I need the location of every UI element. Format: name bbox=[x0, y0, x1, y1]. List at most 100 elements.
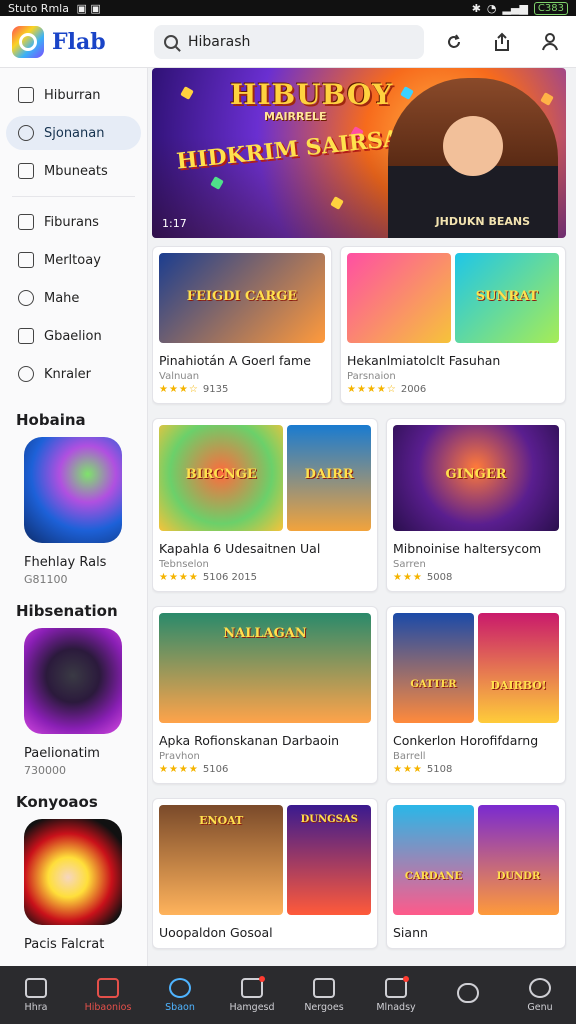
game-card[interactable]: CARDANE DUNDR Siann bbox=[386, 798, 566, 949]
game-card[interactable]: NALLAGAN Apka Rofionskanan Darbaoin Prav… bbox=[152, 606, 378, 784]
nav-tab-favorites[interactable]: Hibaonios bbox=[76, 977, 140, 1013]
star-icons: ★★★★☆ bbox=[347, 384, 397, 395]
refresh-icon[interactable] bbox=[442, 30, 466, 54]
star-icons: ★★★★ bbox=[159, 572, 199, 583]
sidebar-item-7[interactable]: Gbaelion bbox=[6, 319, 141, 353]
game-card[interactable]: GATTER DAIRBO! Conkerlon Horofifdarng Ba… bbox=[386, 606, 566, 784]
sidebar-item-4[interactable]: Fiburans bbox=[6, 205, 141, 239]
profile-icon[interactable] bbox=[538, 30, 562, 54]
link-icon bbox=[457, 983, 479, 1003]
bottom-navigation: Hhra Hibaonios Sbaon Hamgesd Nergoes Mln… bbox=[0, 966, 576, 1024]
nav-tab-apps[interactable]: Nergoes bbox=[292, 977, 356, 1013]
heart-icon bbox=[18, 366, 34, 382]
game-thumbnail: SUNRAT bbox=[455, 253, 559, 343]
sidebar-item-6[interactable]: Mahe bbox=[6, 281, 141, 315]
nav-tab-label: Genu bbox=[527, 1001, 553, 1013]
app-title: Pacis Falcrat bbox=[24, 937, 105, 952]
share-icon[interactable] bbox=[490, 30, 514, 54]
game-developer: Barrell bbox=[393, 751, 426, 762]
app-thumbnail bbox=[24, 628, 122, 734]
sidebar-item-5[interactable]: Merltoay bbox=[6, 243, 141, 277]
nav-tab-account[interactable]: Genu bbox=[508, 977, 572, 1013]
side-app-card[interactable]: Pacis Falcrat bbox=[0, 819, 147, 952]
game-thumbnail: GINGER bbox=[393, 425, 559, 531]
game-title: Uoopaldon Gosoal bbox=[159, 925, 273, 940]
game-rating: ★★★ 5008 bbox=[393, 572, 559, 583]
app-name: Flab bbox=[52, 28, 106, 55]
search-bar[interactable] bbox=[154, 24, 424, 59]
grid-icon bbox=[18, 87, 34, 103]
thumbnail-label: DAIRBO! bbox=[490, 679, 547, 692]
notification-icon: ▣ ▣ bbox=[76, 1, 101, 15]
bluetooth-icon: ✱ bbox=[471, 1, 481, 15]
game-title: Hekanlmiatolclt Fasuhan bbox=[347, 353, 501, 368]
game-rating: ★★★★ 5106 bbox=[159, 764, 371, 775]
sidebar-item-label: Hiburran bbox=[44, 87, 101, 103]
logo-icon bbox=[12, 25, 44, 58]
nav-tab-search[interactable]: Sbaon bbox=[148, 977, 212, 1013]
nav-tab-label: Sbaon bbox=[165, 1001, 195, 1013]
status-left: Stuto Rmla ▣ ▣ bbox=[8, 2, 105, 15]
sidebar-divider bbox=[12, 196, 135, 197]
rating-count: 9135 bbox=[202, 384, 229, 395]
hero-character bbox=[388, 78, 558, 238]
game-developer: Sarren bbox=[393, 559, 426, 570]
game-card[interactable]: ENOAT DUNGSAS Uoopaldon Gosoal bbox=[152, 798, 378, 949]
sidebar: Hiburran Sjonanan Mbuneats Fiburans Merl… bbox=[0, 68, 148, 966]
game-rating: ★★★★☆ 2006 bbox=[347, 384, 559, 395]
thumbnail-label: GATTER bbox=[410, 679, 457, 690]
thumbnail-label: FEIGDI CARGE bbox=[186, 289, 298, 304]
sidebar-item-label: Mahe bbox=[44, 290, 80, 306]
game-developer: Pravhon bbox=[159, 751, 200, 762]
sidebar-item-label: Knraler bbox=[44, 366, 92, 382]
signal-icon: ▂▄▆ bbox=[502, 1, 528, 15]
game-thumbnail: BIRCNGE bbox=[159, 425, 284, 531]
rating-count: 5106 2015 bbox=[202, 572, 257, 583]
game-card[interactable]: BIRCNGE DAIRR Kapahla 6 Udesaitnen Ual T… bbox=[152, 418, 378, 592]
app-title: Paelionatim bbox=[24, 746, 100, 761]
thumbnail-label: NALLAGAN bbox=[223, 626, 307, 642]
apps-icon bbox=[313, 977, 335, 998]
hero-banner[interactable]: HIBUBOY MAIRRELE HIDKRIM SAIRSAN JHDUKN … bbox=[152, 68, 566, 238]
game-card[interactable]: FEIGDI CARGE Pinahiotán A Goerl fame Val… bbox=[152, 246, 332, 404]
game-developer: Tebnselon bbox=[159, 559, 209, 570]
check-icon bbox=[241, 975, 265, 998]
side-app-card[interactable]: Paelionatim 730000 bbox=[0, 628, 147, 777]
game-title: Kapahla 6 Udesaitnen Ual bbox=[159, 541, 321, 556]
search-input[interactable] bbox=[188, 33, 398, 50]
thumbnail-label: DAIRR bbox=[304, 467, 354, 483]
sidebar-item-8[interactable]: Knraler bbox=[6, 357, 141, 391]
shield-icon bbox=[18, 328, 34, 344]
game-developer: Valnuan bbox=[159, 371, 200, 382]
nav-tab-tasks[interactable]: Hamgesd bbox=[220, 975, 284, 1013]
sidebar-item-2[interactable]: Sjonanan bbox=[6, 116, 141, 150]
search-icon bbox=[164, 34, 178, 49]
nav-tab-label: Hibaonios bbox=[84, 1001, 132, 1013]
sidebar-item-label: Sjonanan bbox=[44, 125, 105, 141]
game-rating: ★★★☆ 9135 bbox=[159, 384, 325, 395]
side-section-heading: Hibsenation bbox=[16, 602, 118, 620]
thumbnail-label: DUNDR bbox=[496, 871, 541, 882]
app-logo[interactable]: Flab bbox=[0, 16, 146, 68]
side-section-heading: Hobaina bbox=[16, 411, 86, 429]
thumbnail-label: BIRCNGE bbox=[185, 467, 257, 483]
game-developer: Parsnaion bbox=[347, 371, 396, 382]
sidebar-item-3[interactable]: Mbuneats bbox=[6, 154, 141, 188]
game-card[interactable]: GINGER Mibnoinise haltersycom Sarren ★★★… bbox=[386, 418, 566, 592]
nav-tab-home[interactable]: Hhra bbox=[4, 977, 68, 1013]
top-actions bbox=[442, 30, 562, 54]
star-icons: ★★★ bbox=[393, 764, 423, 775]
nav-tab-link[interactable] bbox=[436, 983, 500, 1007]
star-icons: ★★★☆ bbox=[159, 384, 199, 395]
games-icon bbox=[18, 125, 34, 141]
game-thumbnail: DAIRR bbox=[287, 425, 371, 531]
side-section-heading: Konyoaos bbox=[16, 793, 98, 811]
app-thumbnail bbox=[24, 437, 122, 543]
sidebar-item-label: Gbaelion bbox=[44, 328, 102, 344]
side-app-card[interactable]: Fhehlay Rals G81100 bbox=[0, 437, 147, 586]
nav-tab-stats[interactable]: Mlnadsy bbox=[364, 975, 428, 1013]
game-card[interactable]: SUNRAT Hekanlmiatolclt Fasuhan Parsnaion… bbox=[340, 246, 566, 404]
star-icons: ★★★ bbox=[393, 572, 423, 583]
sidebar-item-1[interactable]: Hiburran bbox=[6, 78, 141, 112]
thumbnail-label: SUNRAT bbox=[475, 289, 539, 304]
